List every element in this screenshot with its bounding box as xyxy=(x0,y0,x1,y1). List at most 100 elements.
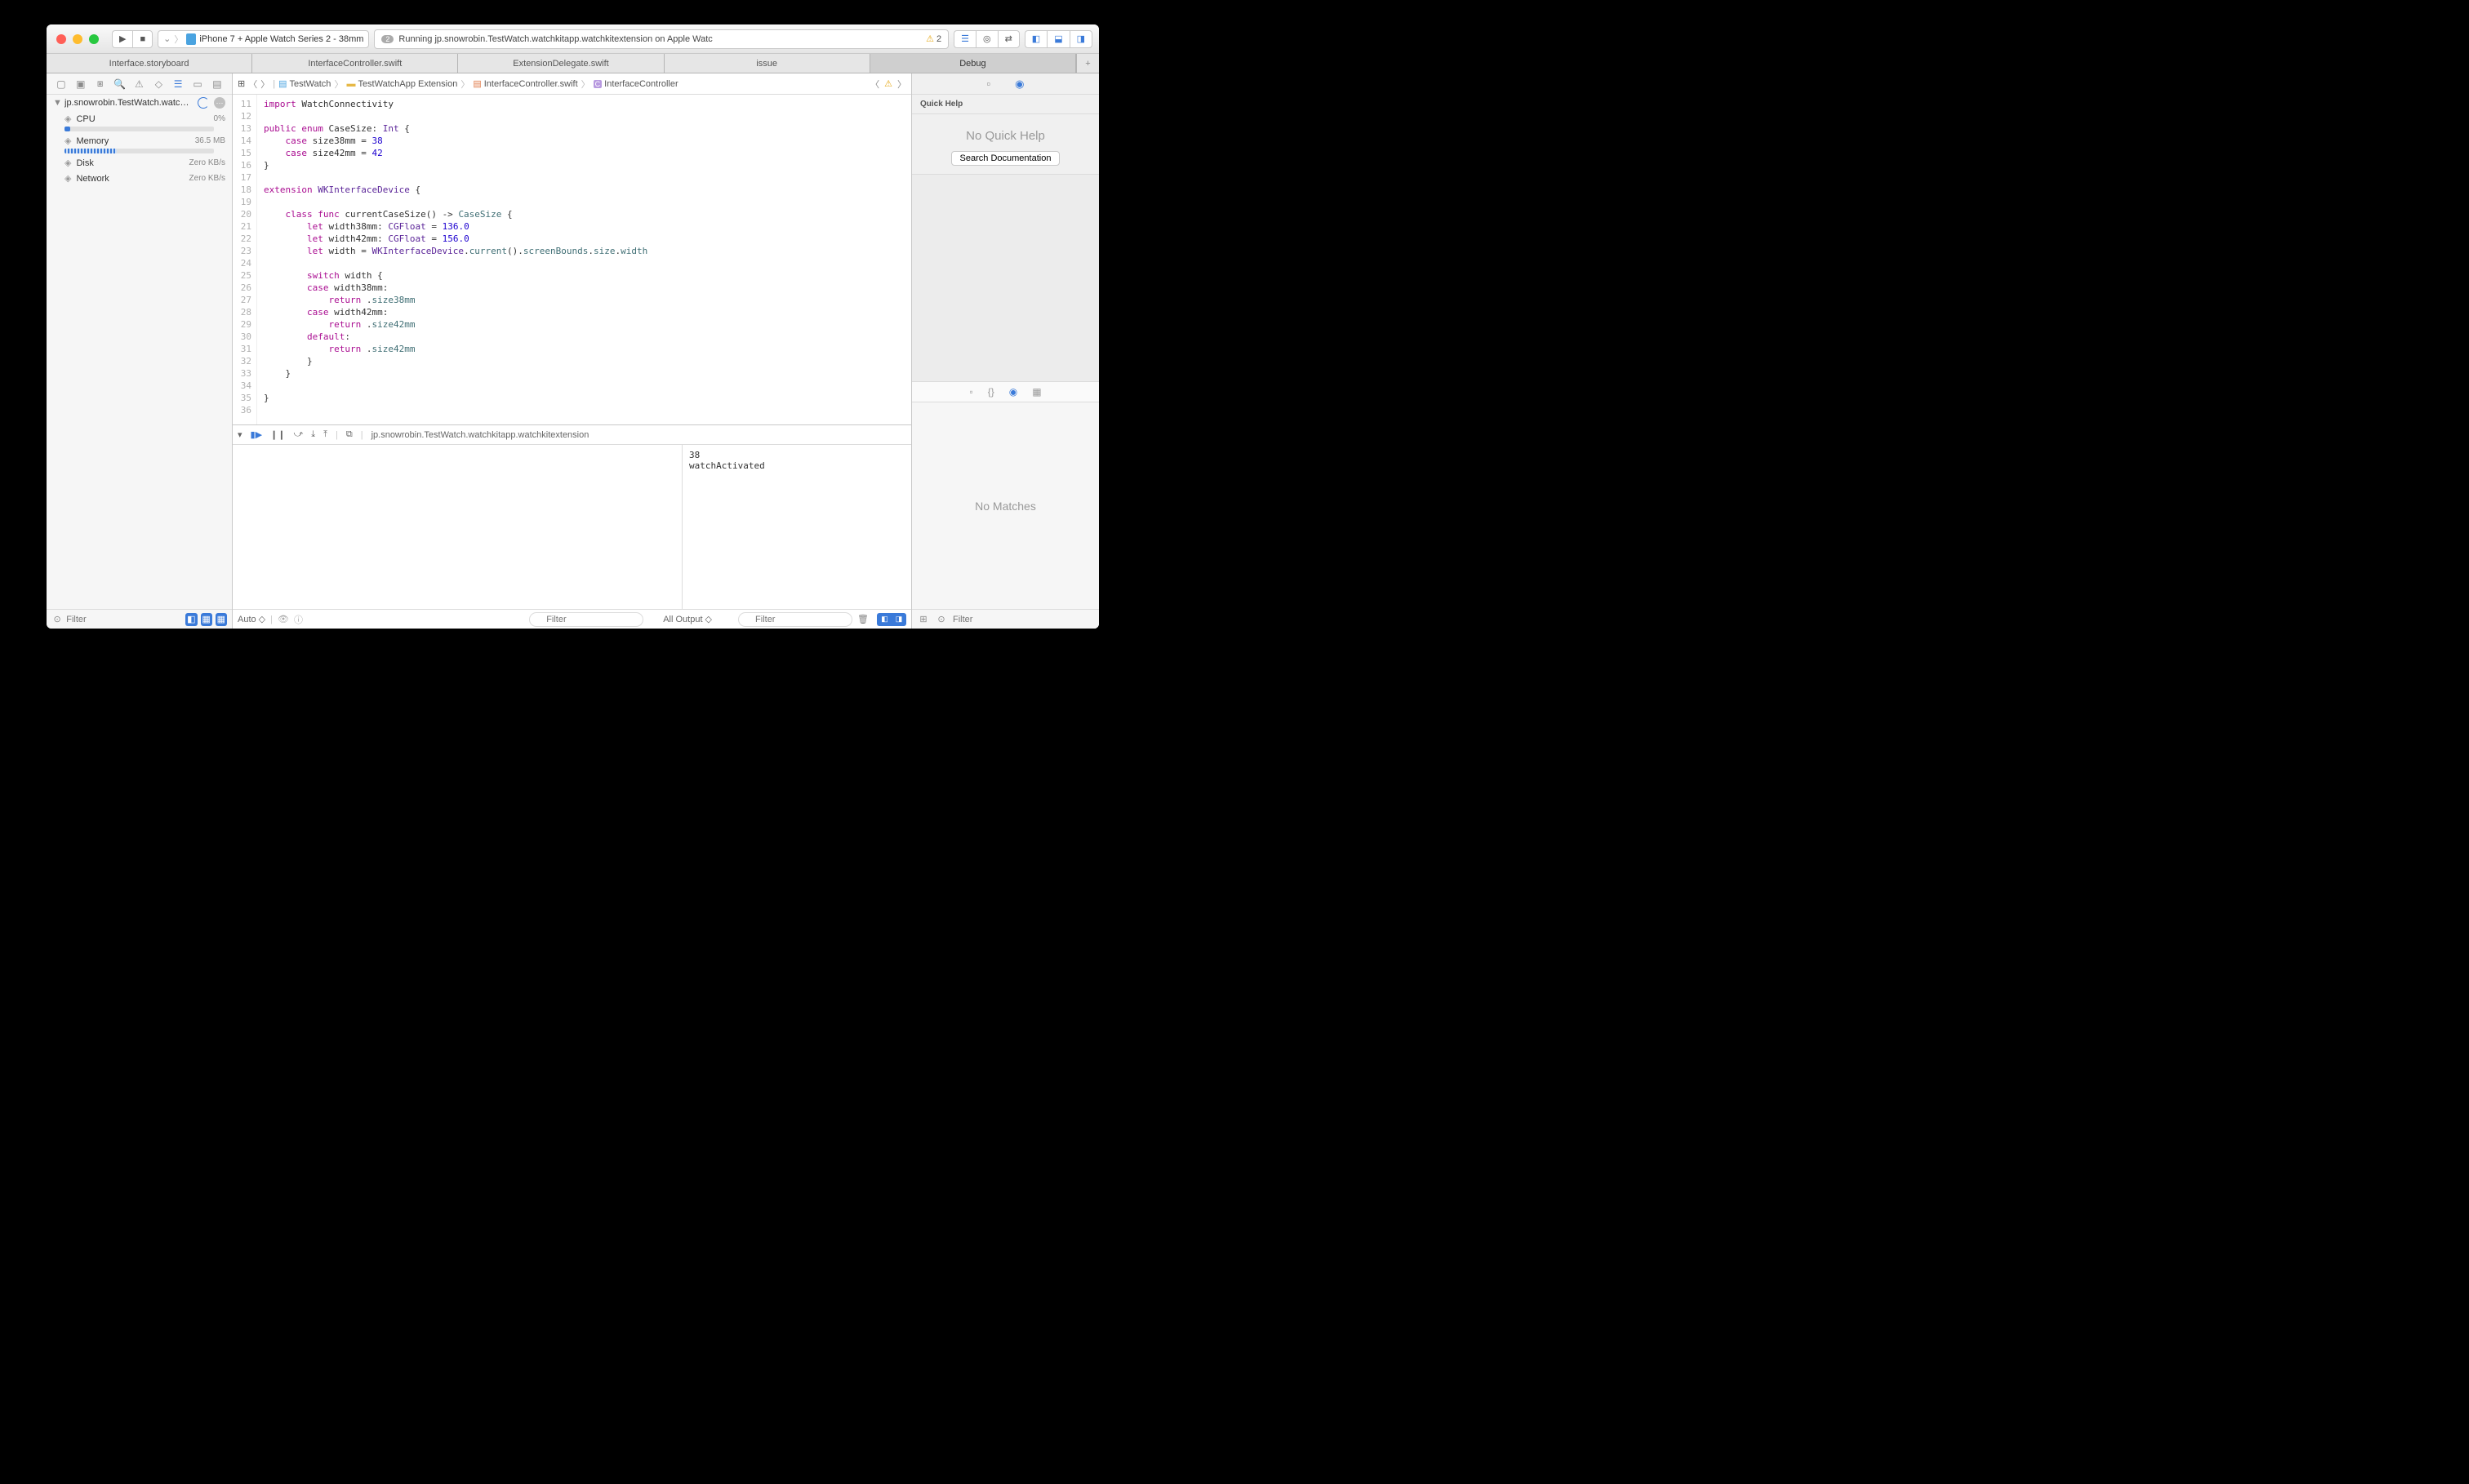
project-navigator-icon[interactable]: ▢ xyxy=(54,78,69,90)
clear-console-button[interactable]: 🗑 xyxy=(857,614,869,624)
status-issue-badge: 2 xyxy=(381,35,394,43)
navigator-filter-input[interactable] xyxy=(66,615,182,624)
zoom-window-button[interactable] xyxy=(89,34,99,44)
editor-area: ⊞ 〈 〉 | ▤TestWatch 〉 ▬TestWatchApp Exten… xyxy=(233,73,911,629)
tab[interactable]: issue xyxy=(665,54,870,73)
breakpoint-navigator-icon[interactable]: ▭ xyxy=(190,78,205,90)
pause-button[interactable]: ❙❙ xyxy=(270,429,285,440)
jumpbar-group[interactable]: ▬TestWatchApp Extension xyxy=(346,79,457,89)
report-navigator-icon[interactable]: ▤ xyxy=(210,78,225,90)
quicklook-icon[interactable]: 👁 xyxy=(278,614,289,624)
filter-icon[interactable]: ⊙ xyxy=(51,613,63,626)
library-no-matches: No Matches xyxy=(912,402,1099,609)
test-navigator-icon[interactable]: ◇ xyxy=(151,78,166,90)
issue-navigator-icon[interactable]: ⚠ xyxy=(131,78,146,90)
filter-toggle-1[interactable]: ◧ xyxy=(185,613,197,626)
breakpoints-toggle[interactable]: ▮▶ xyxy=(251,429,263,440)
gauge-name: Network xyxy=(76,174,184,184)
debug-pane-toggle: ◧ ◨ xyxy=(877,613,906,626)
jumpbar-file[interactable]: ▤InterfaceController.swift xyxy=(473,78,577,89)
new-tab-button[interactable]: + xyxy=(1076,54,1099,73)
variables-filter-input[interactable] xyxy=(529,612,643,627)
tab[interactable]: Interface.storyboard xyxy=(47,54,252,73)
debug-process-row[interactable]: ▼ jp.snowrobin.TestWatch.watchkit... ⋯ xyxy=(47,95,232,111)
filter-toggle-2[interactable]: ▦ xyxy=(201,613,212,626)
debug-view-hierarchy-button[interactable]: ⧉ xyxy=(346,429,353,440)
version-editor-button[interactable]: ⇄ xyxy=(998,30,1020,48)
back-button[interactable]: 〈 xyxy=(248,78,257,91)
pid-icon[interactable]: ⋯ xyxy=(214,97,225,109)
symbol-navigator-icon[interactable]: ▣ xyxy=(73,78,88,90)
library-selector: ▫ {} ◉ ▦ xyxy=(912,381,1099,402)
tab[interactable]: Debug xyxy=(870,54,1076,73)
jumpbar-warning-icon[interactable]: ⚠ xyxy=(884,78,892,89)
gauge-value: Zero KB/s xyxy=(189,158,225,167)
file-template-library-icon[interactable]: ▫ xyxy=(969,386,972,398)
inspector-panel: ▫ ◉ Quick Help No Quick Help Search Docu… xyxy=(911,73,1099,629)
tab[interactable]: InterfaceController.swift xyxy=(252,54,458,73)
filter-toggle-3[interactable]: ▦ xyxy=(216,613,227,626)
warning-icon: ⚠ xyxy=(926,33,934,44)
hide-debug-button[interactable]: ▾ xyxy=(238,429,242,440)
step-over-button[interactable]: ⤻ xyxy=(293,429,303,440)
step-into-button[interactable]: ⤓ xyxy=(311,429,315,440)
tab-bar: Interface.storyboardInterfaceController.… xyxy=(47,54,1099,73)
gauge-row-disk[interactable]: ◈DiskZero KB/s xyxy=(47,155,232,171)
console-output[interactable]: 38 watchActivated xyxy=(683,445,911,609)
activity-status[interactable]: 2 Running jp.snowrobin.TestWatch.watchki… xyxy=(374,29,949,49)
show-console-toggle[interactable]: ◨ xyxy=(892,613,906,626)
quick-help-inspector-icon[interactable]: ◉ xyxy=(1015,78,1024,91)
library-view-icon[interactable]: ⊞ xyxy=(917,613,930,626)
console-scope-selector[interactable]: All Output ◇ xyxy=(663,614,712,624)
standard-editor-button[interactable]: ☰ xyxy=(954,30,976,48)
library-filter-icon[interactable]: ⊙ xyxy=(935,613,948,626)
search-navigator-icon[interactable]: 🔍 xyxy=(113,78,127,90)
object-library-icon[interactable]: ◉ xyxy=(1009,386,1017,398)
step-out-button[interactable]: ⤒ xyxy=(323,429,327,440)
info-icon[interactable]: ⓘ xyxy=(294,613,303,626)
jumpbar-symbol[interactable]: CInterfaceController xyxy=(594,79,678,89)
navigator-filter-bar: ⊙ ◧ ▦ ▦ xyxy=(47,609,232,629)
toggle-inspector-button[interactable]: ◨ xyxy=(1070,30,1092,48)
gauge-value: 36.5 MB xyxy=(195,136,225,145)
forward-button[interactable]: 〉 xyxy=(260,78,269,91)
gauge-name: Disk xyxy=(76,158,184,168)
jumpbar-project[interactable]: ▤TestWatch xyxy=(278,78,331,89)
gauge-bar xyxy=(65,127,214,131)
disclosure-triangle-icon[interactable]: ▼ xyxy=(53,98,60,108)
toggle-debug-button[interactable]: ⬓ xyxy=(1047,30,1069,48)
prev-issue-button[interactable]: 〈 xyxy=(870,78,879,91)
scheme-selector[interactable]: ⌄ 〉 iPhone 7 + Apple Watch Series 2 - 38… xyxy=(158,30,369,48)
search-documentation-button[interactable]: Search Documentation xyxy=(951,151,1061,166)
minimize-window-button[interactable] xyxy=(73,34,82,44)
run-button[interactable]: ▶ xyxy=(112,30,132,48)
close-window-button[interactable] xyxy=(56,34,66,44)
jump-bar: ⊞ 〈 〉 | ▤TestWatch 〉 ▬TestWatchApp Exten… xyxy=(233,73,911,95)
library-filter-input[interactable] xyxy=(953,615,1094,624)
toggle-navigator-button[interactable]: ◧ xyxy=(1025,30,1047,48)
assistant-editor-button[interactable]: ◎ xyxy=(976,30,998,48)
gauge-row-network[interactable]: ◈NetworkZero KB/s xyxy=(47,171,232,186)
debug-navigator-icon[interactable]: ☰ xyxy=(171,78,185,90)
variables-view[interactable] xyxy=(233,445,683,609)
file-inspector-icon[interactable]: ▫ xyxy=(987,78,991,90)
show-variables-toggle[interactable]: ◧ xyxy=(877,613,892,626)
gauge-row-cpu[interactable]: ◈CPU0% xyxy=(47,111,232,127)
loading-icon xyxy=(198,97,209,109)
stop-button[interactable]: ■ xyxy=(132,30,153,48)
tab[interactable]: ExtensionDelegate.swift xyxy=(458,54,664,73)
code-snippet-library-icon[interactable]: {} xyxy=(988,386,994,398)
variables-scope-selector[interactable]: Auto ◇ xyxy=(238,614,265,624)
next-issue-button[interactable]: 〉 xyxy=(897,78,906,91)
console-filter-input[interactable] xyxy=(738,612,852,627)
gauge-name: Memory xyxy=(76,136,189,146)
debug-toolbar: ▾ ▮▶ ❙❙ ⤻ ⤓ ⤒ | ⧉ | jp.snowrobin.TestWat… xyxy=(233,425,911,445)
gauge-row-memory[interactable]: ◈Memory36.5 MB xyxy=(47,133,232,149)
debug-process-label[interactable]: jp.snowrobin.TestWatch.watchkitapp.watch… xyxy=(371,430,589,440)
code-body[interactable]: import WatchConnectivity public enum Cas… xyxy=(257,95,911,424)
code-editor[interactable]: 1112131415161718192021222324252627282930… xyxy=(233,95,911,424)
media-library-icon[interactable]: ▦ xyxy=(1032,386,1041,398)
find-navigator-icon[interactable]: ⧆ xyxy=(93,78,108,90)
device-icon xyxy=(186,33,196,45)
related-items-icon[interactable]: ⊞ xyxy=(238,78,245,89)
